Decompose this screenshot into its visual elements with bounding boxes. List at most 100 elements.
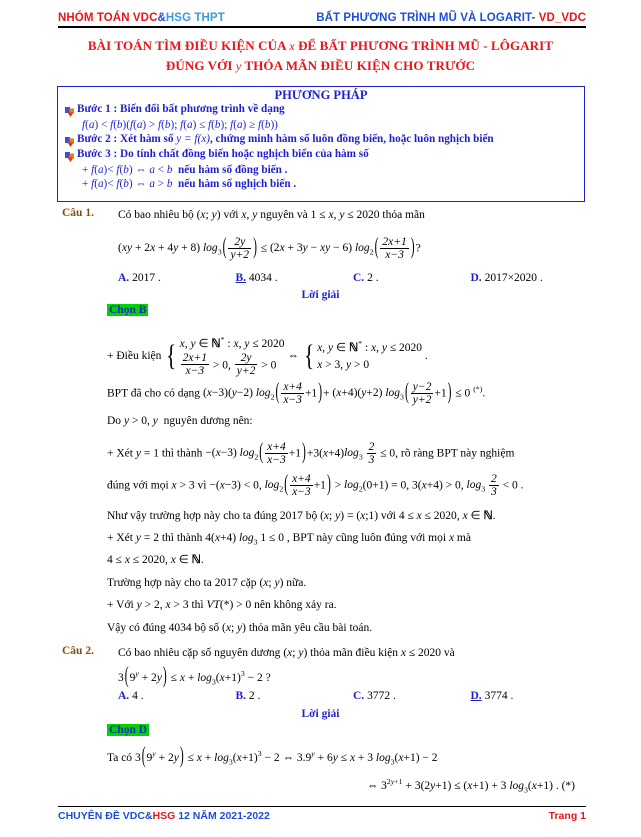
q1-answer-c-key: C. <box>353 272 365 284</box>
question-1-solution-heading: Lời giải <box>301 289 340 301</box>
footer-left-group: CHUYÊN ĐỀ VDC&HSG 12 NĂM 2021-2022 <box>58 810 270 822</box>
question-1-prompt: Có bao nhiêu bộ (x; y) với x, y nguyên v… <box>118 209 425 221</box>
q1-bpt-star: (*) <box>473 384 483 394</box>
question-1-case-2-conclusion: Trường hợp này cho ta 2017 cặp (x; y) nữ… <box>107 577 307 589</box>
q1-answer-b[interactable]: B. 4034 . <box>236 272 354 284</box>
down-arrow-bullet-icon <box>64 135 77 148</box>
q1-answer-a-value: 2017 . <box>132 272 161 284</box>
method-step-3: Bước 3 : Do tính chất đồng biến hoặc ngh… <box>64 148 584 163</box>
title-line1-a: BÀI TOÁN TÌM ĐIỀU KIỆN CỦA <box>87 38 286 53</box>
method-step-3-sub2: + f(a)< f(b) ⇔ a > b nếu hàm số nghịch b… <box>82 178 297 191</box>
title-line1-b: ĐỂ BẤT PHƯƠNG TRÌNH MŨ - LÔGARIT <box>298 38 554 53</box>
question-2-solution-heading: Lời giải <box>301 708 340 720</box>
question-1-case-2: + Xét y = 2 thì thành 4(x+4) log3 1 ≤ 0 … <box>107 532 471 547</box>
header-right-tag: VD_VDC <box>538 12 586 24</box>
method-step-3-label: Bước 3 : Do tính chất đồng biến hoặc ngh… <box>77 147 369 160</box>
q1-bpt-label: BPT đã cho có dạng <box>107 387 201 400</box>
q1-condition-label: + Điều kiện <box>107 349 162 362</box>
page-title-line2: ĐÚNG VỚI y THỎA MÃN ĐIỀU KIỆN CHO TRƯỚC <box>0 58 641 74</box>
question-1-final-conclusion: Vậy có đúng 4034 bộ số (x; y) thỏa mãn y… <box>107 622 373 634</box>
footer-left-part2: 12 NĂM 2021-2022 <box>175 810 270 822</box>
question-1-case-1-conclusion: Như vậy trường hợp này cho ta đúng 2017 … <box>107 510 496 522</box>
question-1-case-1-detail: đúng với mọi x > 3 vì −(x−3) < 0, log2(x… <box>107 472 524 498</box>
header-divider <box>58 26 586 28</box>
page-footer: CHUYÊN ĐỀ VDC&HSG 12 NĂM 2021-2022 Trang… <box>58 806 586 822</box>
header-left-part2: HSG THPT <box>165 12 225 24</box>
q1-prompt-c: nguyên và <box>260 209 308 221</box>
question-1-label: Câu 1. <box>62 207 94 219</box>
question-2-solution-line1: Ta có 3(9y + 2y) ≤ x + log3(x+1)3 − 2 ⇔ … <box>107 744 438 769</box>
q1-answer-d[interactable]: D. 2017×2020 . <box>471 272 589 284</box>
method-step-2-label-b: , chứng minh hàm số luôn đồng biến, hoặc… <box>209 132 494 145</box>
q1-prompt-a: Có bao nhiêu bộ <box>118 209 194 221</box>
method-step-1: Bước 1 : Biến đổi bất phương trình về dạ… <box>64 103 584 118</box>
question-2-label: Câu 2. <box>62 645 94 657</box>
q2-answer-a[interactable]: A. 4 . <box>118 690 236 702</box>
q2-answer-b-value: 2 . <box>248 690 261 702</box>
footer-divider <box>58 806 586 807</box>
title-line2-a: ĐÚNG VỚI <box>165 58 233 73</box>
footer-left-part1: CHUYÊN ĐỀ VDC& <box>58 810 153 822</box>
header-right-main: BẤT PHƯƠNG TRÌNH MŨ VÀ LOGARIT- <box>316 12 536 24</box>
method-step-2: Bước 2 : Xét hàm số y = f(x), chứng minh… <box>64 133 584 148</box>
q2-prompt-a: Có bao nhiêu cặp số nguyên dương <box>118 647 281 659</box>
q2-answer-a-value: 4 . <box>132 690 144 702</box>
title-line1-variable: x <box>289 39 295 53</box>
page-header: NHÓM TOÁN VDC&HSG THPT BẤT PHƯƠNG TRÌNH … <box>58 12 586 28</box>
question-1-case-2-range: 4 ≤ x ≤ 2020, x ∈ ℕ. <box>107 554 204 566</box>
q1-answer-c[interactable]: C. 2 . <box>353 272 471 284</box>
header-right-group: BẤT PHƯƠNG TRÌNH MŨ VÀ LOGARIT- VD_VDC <box>316 12 586 24</box>
q1-answer-d-key: D. <box>470 272 482 284</box>
question-1-chosen-answer: Chọn B <box>107 304 149 316</box>
header-left-group: NHÓM TOÁN VDC&HSG THPT <box>58 12 225 24</box>
q2-answer-c[interactable]: C. 3772 . <box>353 690 471 702</box>
down-arrow-bullet-icon <box>64 105 77 118</box>
down-arrow-bullet-icon <box>64 150 77 163</box>
q2-answer-b[interactable]: B. 2 . <box>236 690 354 702</box>
footer-page-number: Trang 1 <box>548 810 586 822</box>
method-step-2-label-a: Bước 2 : Xét hàm số <box>77 132 174 145</box>
question-2-answers: A. 4 . B. 2 . C. 3772 . D. 3774 . <box>118 690 588 702</box>
method-step-3-sub1: + f(a)< f(b) ⇔ a < b nếu hàm số đồng biế… <box>82 163 288 176</box>
header-left-ampersand: & <box>157 12 166 24</box>
method-step-1-label: Bước 1 : Biến đổi bất phương trình về dạ… <box>77 103 285 115</box>
q2-answer-a-key: A. <box>118 690 130 702</box>
method-box-title: PHƯƠNG PHÁP <box>274 88 368 102</box>
header-left-part1: NHÓM TOÁN VDC <box>58 12 158 24</box>
question-1-answers: A. 2017 . B. 4034 . C. 2 . D. 2017×2020 … <box>118 272 588 284</box>
method-step-1-formula: f(a) < f(b)(f(a) > f(b); f(a) ≤ f(b); f(… <box>82 119 278 131</box>
q2-answer-c-key: C. <box>353 690 365 702</box>
question-1-condition: + Điều kiện { x, y ∈ ℕ* : x, y ≤ 2020 2x… <box>107 335 428 378</box>
question-1-case-1: + Xét y = 1 thì thành −(x−3) log2(x+4 x−3… <box>107 440 515 466</box>
title-line2-variable: y <box>235 59 242 73</box>
question-1-case-3: + Với y > 2, x > 3 thì VT(*) > 0 nên khô… <box>107 599 337 611</box>
q1-answer-b-value: 4034 . <box>248 272 278 284</box>
q2-prompt-b: thỏa mãn điều kiện <box>310 647 398 659</box>
document-page: NHÓM TOÁN VDC&HSG THPT BẤT PHƯƠNG TRÌNH … <box>0 0 641 837</box>
title-line2-b: THỎA MÃN ĐIỀU KIỆN CHO TRƯỚC <box>244 58 476 73</box>
q1-answer-a-key: A. <box>118 272 130 284</box>
q2-answer-b-key: B. <box>235 690 247 702</box>
question-2-prompt: Có bao nhiêu cặp số nguyên dương (x; y) … <box>118 647 455 659</box>
page-title-line1: BÀI TOÁN TÌM ĐIỀU KIỆN CỦA x ĐỂ BẤT PHƯƠ… <box>0 38 641 54</box>
method-box: PHƯƠNG PHÁP Bước 1 : Biến đổi bất phương… <box>57 86 585 202</box>
q2-answer-d-value: 3774 . <box>484 690 514 702</box>
q2-prompt-c: và <box>443 647 455 659</box>
question-2-solution-line2: ⇔ 32y+1 + 3(2y+1) ≤ (x+1) + 3 log3(x+1) … <box>366 777 575 795</box>
question-1-equation: (xy + 2x + 4y + 8) log3(2y y+2) ≤ (2x + 3… <box>118 235 421 261</box>
question-2-equation: 3(9y + 2y) ≤ x + log3(x+1)3 − 2 ? <box>118 664 271 689</box>
q1-answer-d-value: 2017×2020 . <box>484 272 543 284</box>
question-2-chosen-answer: Chọn D <box>107 724 150 736</box>
question-1-do-line: Do y > 0, y nguyên dương nên: <box>107 415 253 427</box>
question-1-bpt-line: BPT đã cho có dạng (x−3)(y−2) log2(x+4 x−… <box>107 380 486 406</box>
q1-condition-equiv: ⇔ <box>287 349 299 362</box>
q1-answer-b-key: B. <box>235 272 247 284</box>
q2-answer-d[interactable]: D. 3774 . <box>471 690 589 702</box>
q1-prompt-b: với <box>223 209 239 221</box>
method-step-2-function: y = f(x) <box>176 132 210 145</box>
footer-left-hsg: HSG <box>152 810 176 822</box>
q2-answer-c-value: 3772 . <box>367 690 396 702</box>
q1-answer-a[interactable]: A. 2017 . <box>118 272 236 284</box>
q2-answer-d-key: D. <box>470 690 482 702</box>
q1-prompt-d: thỏa mãn <box>382 209 425 221</box>
